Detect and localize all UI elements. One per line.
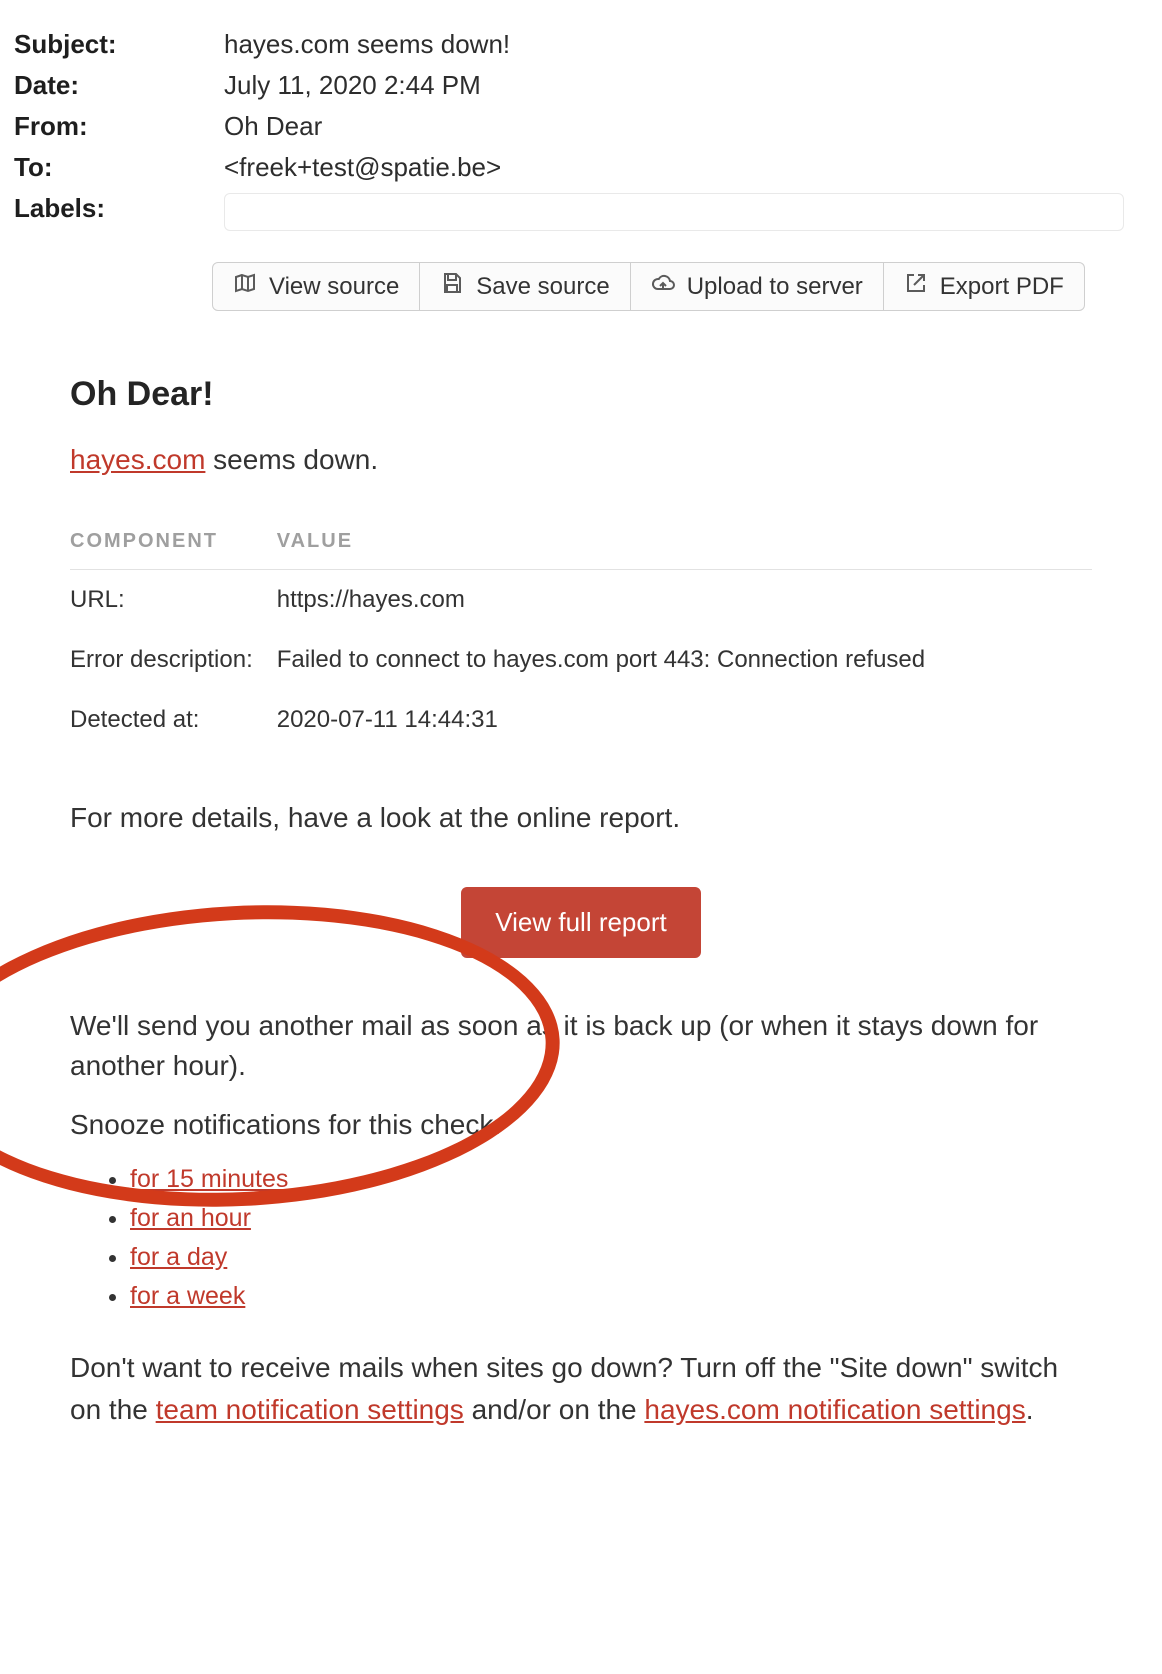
view-full-report-button[interactable]: View full report [461, 887, 701, 958]
upload-button[interactable]: Upload to server [631, 262, 884, 311]
team-settings-link[interactable]: team notification settings [156, 1394, 464, 1425]
cloud-upload-icon [651, 271, 675, 302]
email-title: Oh Dear! [70, 375, 1092, 414]
row-key: Detected at: [70, 690, 277, 750]
list-item: for a week [130, 1282, 1092, 1311]
header-value-date: July 11, 2020 2:44 PM [224, 70, 481, 101]
export-pdf-button[interactable]: Export PDF [884, 262, 1085, 311]
toolbar: View source Save source Upload to server… [212, 262, 1162, 311]
upload-label: Upload to server [687, 273, 863, 301]
header-label-labels: Labels: [14, 193, 224, 231]
table-row: Detected at: 2020-07-11 14:44:31 [70, 690, 1092, 750]
row-key: URL: [70, 570, 277, 631]
snooze-link-hour[interactable]: for an hour [130, 1204, 251, 1232]
header-label-date: Date: [14, 70, 224, 101]
header-label-subject: Subject: [14, 29, 224, 60]
site-link[interactable]: hayes.com [70, 444, 205, 475]
header-value-from: Oh Dear [224, 111, 322, 142]
snooze-link-day[interactable]: for a day [130, 1243, 227, 1271]
header-value-subject: hayes.com seems down! [224, 29, 510, 60]
email-headers: Subject: hayes.com seems down! Date: Jul… [0, 24, 1162, 236]
footer-text-2: and/or on the [464, 1394, 645, 1425]
list-item: for a day [130, 1243, 1092, 1272]
th-component: COMPONENT [70, 518, 277, 570]
row-key: Error description: [70, 630, 277, 690]
export-pdf-label: Export PDF [940, 273, 1064, 301]
save-icon [440, 271, 464, 302]
row-val: 2020-07-11 14:44:31 [277, 690, 1092, 750]
th-value: VALUE [277, 518, 1092, 570]
list-item: for 15 minutes [130, 1165, 1092, 1194]
labels-input[interactable] [224, 193, 1124, 231]
header-value-to: <freek+test@spatie.be> [224, 152, 501, 183]
view-source-button[interactable]: View source [212, 262, 420, 311]
save-source-label: Save source [476, 273, 609, 301]
snooze-link-15min[interactable]: for 15 minutes [130, 1165, 288, 1193]
list-item: for an hour [130, 1204, 1092, 1233]
table-row: Error description: Failed to connect to … [70, 630, 1092, 690]
followup-para: We'll send you another mail as soon as i… [70, 1006, 1092, 1087]
footer-opt-out: Don't want to receive mails when sites g… [70, 1347, 1092, 1431]
snooze-link-week[interactable]: for a week [130, 1282, 245, 1310]
status-table: COMPONENT VALUE URL: https://hayes.com E… [70, 518, 1092, 750]
row-val: Failed to connect to hayes.com port 443:… [277, 630, 1092, 690]
email-lead: hayes.com seems down. [70, 444, 1092, 476]
lead-rest: seems down. [205, 444, 378, 475]
row-val: https://hayes.com [277, 570, 1092, 631]
footer-text-3: . [1026, 1394, 1034, 1425]
details-para: For more details, have a look at the onl… [70, 798, 1092, 839]
snooze-label: Snooze notifications for this check: [70, 1109, 1092, 1141]
table-row: URL: https://hayes.com [70, 570, 1092, 631]
header-label-to: To: [14, 152, 224, 183]
site-settings-link[interactable]: hayes.com notif­ication settings [644, 1394, 1025, 1425]
export-icon [904, 271, 928, 302]
view-source-label: View source [269, 273, 399, 301]
save-source-button[interactable]: Save source [420, 262, 630, 311]
email-body: Oh Dear! hayes.com seems down. COMPONENT… [0, 311, 1162, 1431]
map-icon [233, 271, 257, 302]
header-label-from: From: [14, 111, 224, 142]
